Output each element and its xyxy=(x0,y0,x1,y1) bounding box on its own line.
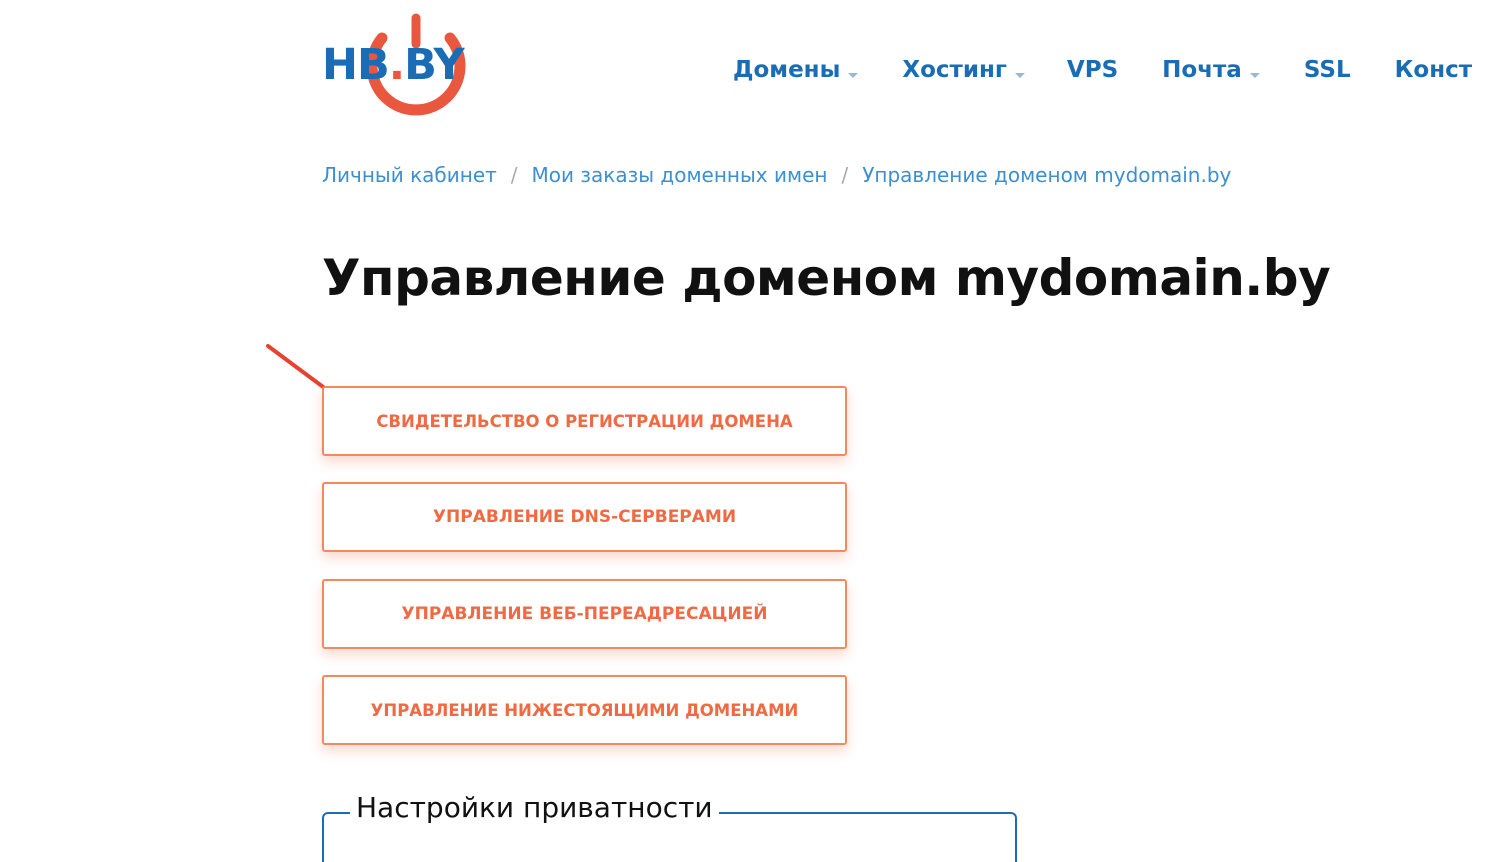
nav-item-label: SSL xyxy=(1303,57,1351,83)
nav-item-label: Почта xyxy=(1162,57,1242,83)
page: HB.BY Домены Хостинг VPS Почта SSL Конст… xyxy=(0,0,1497,862)
breadcrumb-separator: / xyxy=(510,163,518,187)
domain-certificate-button[interactable]: СВИДЕТЕЛЬСТВО О РЕГИСТРАЦИИ ДОМЕНА xyxy=(322,386,847,456)
page-title: Управление доменом mydomain.by xyxy=(322,249,1331,307)
breadcrumb: Личный кабинет / Мои заказы доменных име… xyxy=(322,163,1231,187)
nav-item-ssl[interactable]: SSL xyxy=(1304,57,1351,83)
privacy-settings-panel: Настройки приватности xyxy=(322,790,1017,862)
nav-item-hosting[interactable]: Хостинг xyxy=(902,57,1025,83)
nav-item-vps[interactable]: VPS xyxy=(1067,57,1118,83)
web-redirect-button[interactable]: УПРАВЛЕНИЕ ВЕБ-ПЕРЕАДРЕСАЦИЕЙ xyxy=(322,579,847,649)
chevron-down-icon xyxy=(1249,72,1260,78)
nav-item-mail[interactable]: Почта xyxy=(1162,57,1260,83)
nav-item-label: Домены xyxy=(733,57,841,83)
subdomains-button[interactable]: УПРАВЛЕНИЕ НИЖЕСТОЯЩИМИ ДОМЕНАМИ xyxy=(322,675,847,745)
nav-item-label: Конст xyxy=(1394,57,1473,83)
breadcrumb-item-current[interactable]: Управление доменом mydomain.by xyxy=(862,163,1231,187)
chevron-down-icon xyxy=(1014,72,1025,78)
chevron-down-icon xyxy=(848,72,859,78)
breadcrumb-separator: / xyxy=(841,163,849,187)
main-nav: Домены Хостинг VPS Почта SSL Конст xyxy=(733,50,1472,90)
site-logo[interactable]: HB.BY xyxy=(318,10,518,128)
privacy-settings-legend: Настройки приватности xyxy=(350,790,719,827)
breadcrumb-item-domain-orders[interactable]: Мои заказы доменных имен xyxy=(532,163,828,187)
logo-text: HB.BY xyxy=(322,40,465,90)
nav-item-label: Хостинг xyxy=(902,57,1007,83)
nav-item-contacts[interactable]: Конст xyxy=(1395,57,1472,83)
nav-item-label: VPS xyxy=(1066,57,1119,83)
nav-item-domains[interactable]: Домены xyxy=(733,57,859,83)
dns-servers-button[interactable]: УПРАВЛЕНИЕ DNS-СЕРВЕРАМИ xyxy=(322,482,847,552)
breadcrumb-item-account[interactable]: Личный кабинет xyxy=(322,163,497,187)
